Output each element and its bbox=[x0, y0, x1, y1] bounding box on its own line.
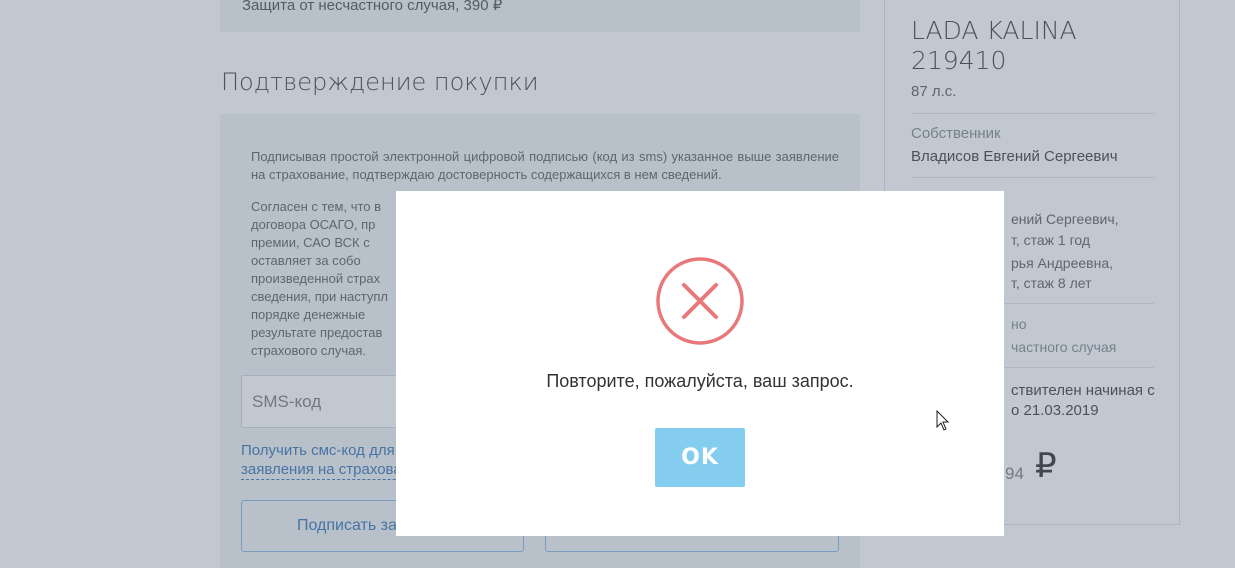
error-dialog: Повторите, пожалуйста, ваш запрос. OK bbox=[396, 191, 1004, 536]
error-x-circle-icon bbox=[656, 257, 744, 345]
dialog-message: Повторите, пожалуйста, ваш запрос. bbox=[546, 371, 854, 391]
mouse-cursor-icon bbox=[936, 410, 950, 431]
ok-button[interactable]: OK bbox=[655, 428, 745, 487]
